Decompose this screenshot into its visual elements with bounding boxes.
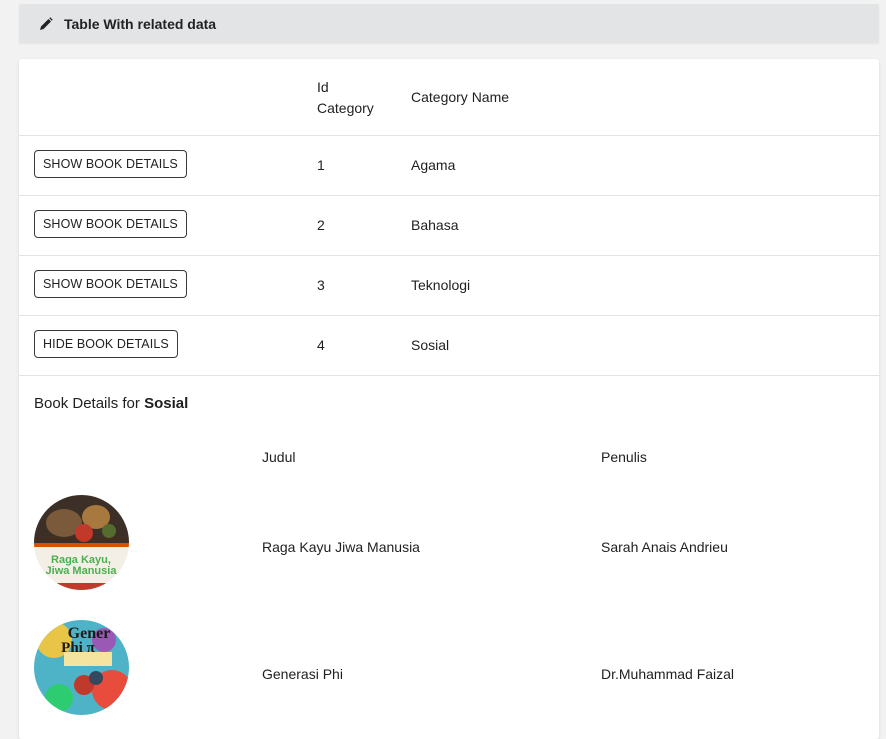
table-header: Id Category Category Name — [19, 59, 879, 136]
table-row: HIDE BOOK DETAILS 4 Sosial — [19, 315, 879, 376]
column-header-id-category: Id Category — [317, 79, 374, 116]
table-row: SHOW BOOK DETAILS 2 Bahasa — [19, 195, 879, 256]
cover-title-line2: Phi π — [61, 640, 95, 656]
table-row: SHOW BOOK DETAILS 1 Agama — [19, 135, 879, 196]
show-book-details-button[interactable]: SHOW BOOK DETAILS — [34, 270, 187, 298]
card-title: Table With related data — [64, 15, 217, 32]
show-book-details-button[interactable]: SHOW BOOK DETAILS — [34, 210, 187, 238]
book-details-category: Sosial — [144, 395, 189, 412]
category-name: Teknologi — [411, 277, 471, 293]
table-panel: Id Category Category Name SHOW BOOK DETA… — [19, 59, 879, 739]
category-name: Agama — [411, 157, 456, 173]
book-title: Raga Kayu Jiwa Manusia — [262, 539, 420, 555]
book-row: Raga Kayu, Jiwa Manusia Raga Kayu Jiwa M… — [19, 495, 879, 595]
category-id: 3 — [317, 277, 325, 293]
book-title: Generasi Phi — [262, 666, 343, 682]
show-book-details-button[interactable]: SHOW BOOK DETAILS — [34, 150, 187, 178]
book-author: Sarah Anais Andrieu — [601, 539, 728, 555]
column-header-judul: Judul — [262, 449, 296, 465]
book-cover-image: Gener Phi π — [34, 620, 129, 715]
book-details-prefix: Book Details for — [34, 395, 140, 412]
table-row: SHOW BOOK DETAILS 3 Teknologi — [19, 255, 879, 316]
book-details-title: Book Details for Sosial — [34, 395, 188, 412]
category-id: 4 — [317, 337, 325, 353]
book-cover-image: Raga Kayu, Jiwa Manusia — [34, 495, 129, 590]
category-id: 1 — [317, 157, 325, 173]
book-row: Gener Phi π Generasi Phi Dr.Muhammad Fai… — [19, 620, 879, 720]
book-author: Dr.Muhammad Faizal — [601, 666, 735, 682]
category-id: 2 — [317, 217, 325, 233]
column-header-category-name: Category Name — [411, 89, 510, 105]
category-name: Sosial — [411, 337, 450, 353]
pencil-icon — [38, 16, 54, 32]
column-header-penulis: Penulis — [601, 449, 647, 465]
cover-title-line2: Jiwa Manusia — [46, 565, 118, 577]
card-header: Table With related data — [19, 4, 879, 43]
hide-book-details-button[interactable]: HIDE BOOK DETAILS — [34, 330, 178, 358]
category-name: Bahasa — [411, 217, 459, 233]
